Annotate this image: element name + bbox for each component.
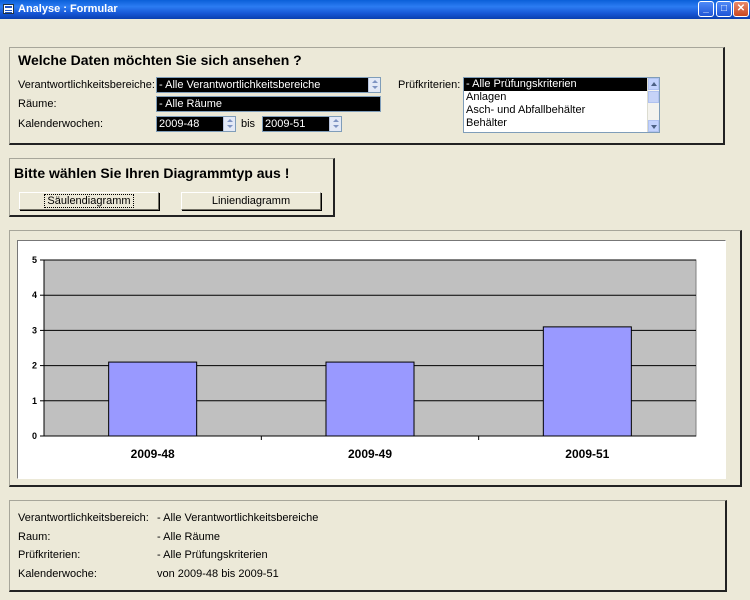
maximize-icon: □ (720, 3, 728, 14)
list-item[interactable]: - Alle Prüfungskriterien (464, 78, 659, 91)
form-icon (3, 4, 14, 14)
kw-from-value: 2009-48 (159, 118, 200, 130)
scroll-up-icon[interactable] (648, 78, 659, 90)
title-bar[interactable]: Analyse : Formular _ □ ✕ (0, 0, 750, 19)
raeume-label: Räume: (18, 98, 57, 110)
line-chart-button-label: Liniendiagramm (211, 195, 291, 207)
list-scrollbar[interactable] (647, 78, 659, 132)
y-tick-label: 3 (32, 325, 37, 335)
kw-to-value: 2009-51 (265, 118, 306, 130)
diagram-type-panel: Bitte wählen Sie Ihren Diagrammtyp aus !… (9, 158, 335, 217)
summary-pruef-value: - Alle Prüfungskriterien (157, 549, 268, 561)
summary-verantwortlich-label: Verantwortlichkeitsbereich: (18, 512, 149, 524)
bar-chart-button-label: Säulendiagramm (44, 194, 134, 208)
bar-chart-button[interactable]: Säulendiagramm (19, 192, 159, 210)
bar (542, 326, 632, 437)
x-tick-label: 2009-49 (348, 447, 392, 461)
line-chart-button[interactable]: Liniendiagramm (181, 192, 321, 210)
minimize-button[interactable]: _ (698, 1, 714, 17)
close-button[interactable]: ✕ (733, 1, 749, 17)
scroll-thumb[interactable] (648, 91, 659, 103)
x-tick-label: 2009-51 (565, 447, 609, 461)
filter-panel: Welche Daten möchten Sie sich ansehen ? … (9, 47, 725, 145)
close-icon: ✕ (736, 3, 746, 14)
y-tick-label: 4 (32, 290, 37, 300)
kw-label: Kalenderwochen: (18, 118, 104, 130)
scroll-down-icon[interactable] (648, 120, 659, 132)
summary-verantwortlich-value: - Alle Verantwortlichkeitsbereiche (157, 512, 319, 524)
list-item[interactable]: Behälter (464, 117, 659, 130)
list-item[interactable]: Anlagen (464, 91, 659, 104)
bar (108, 361, 198, 437)
minimize-icon: _ (703, 3, 709, 14)
summary-raum-label: Raum: (18, 531, 51, 543)
y-tick-label: 1 (32, 396, 37, 406)
y-tick-label: 2 (32, 361, 37, 371)
filter-heading: Welche Daten möchten Sie sich ansehen ? (18, 52, 302, 68)
y-tick-label: 5 (32, 255, 37, 265)
verantwortlich-label: Verantwortlichkeitsbereiche: (18, 79, 155, 91)
y-tick-label: 0 (32, 431, 37, 441)
kw-bis-label: bis (241, 118, 256, 130)
spinner-icon[interactable] (368, 78, 380, 92)
list-item[interactable]: Asch- und Abfallbehälter (464, 104, 659, 117)
window-title: Analyse : Formular (18, 3, 118, 15)
summary-pruef-label: Prüfkriterien: (18, 549, 81, 561)
raeume-combo[interactable]: - Alle Räume (156, 96, 381, 112)
summary-panel: Verantwortlichkeitsbereich: - Alle Veran… (9, 500, 727, 592)
spinner-icon[interactable] (223, 117, 235, 131)
x-tick-label: 2009-48 (131, 447, 175, 461)
raeume-value: - Alle Räume (159, 98, 222, 110)
summary-kw-label: Kalenderwoche: (18, 568, 97, 580)
kw-to-combo[interactable]: 2009-51 (262, 116, 342, 132)
summary-raum-value: - Alle Räume (157, 531, 220, 543)
bar-chart: 0 1 2 3 4 5 2009-48 2009-49 2009-51 (32, 255, 697, 461)
kw-from-combo[interactable]: 2009-48 (156, 116, 236, 132)
spinner-icon[interactable] (329, 117, 341, 131)
pruef-label: Prüfkriterien: (398, 79, 461, 91)
chart-frame: 0 1 2 3 4 5 2009-48 2009-49 2009-51 (17, 240, 726, 479)
summary-kw-value: von 2009-48 bis 2009-51 (157, 568, 279, 580)
verantwortlich-combo[interactable]: - Alle Verantwortlichkeitsbereiche (156, 77, 381, 93)
maximize-button[interactable]: □ (716, 1, 732, 17)
bar (325, 361, 415, 437)
verantwortlich-value: - Alle Verantwortlichkeitsbereiche (159, 79, 321, 91)
pruef-listbox[interactable]: - Alle Prüfungskriterien Anlagen Asch- u… (463, 77, 660, 133)
diagram-type-heading: Bitte wählen Sie Ihren Diagrammtyp aus ! (14, 165, 290, 181)
